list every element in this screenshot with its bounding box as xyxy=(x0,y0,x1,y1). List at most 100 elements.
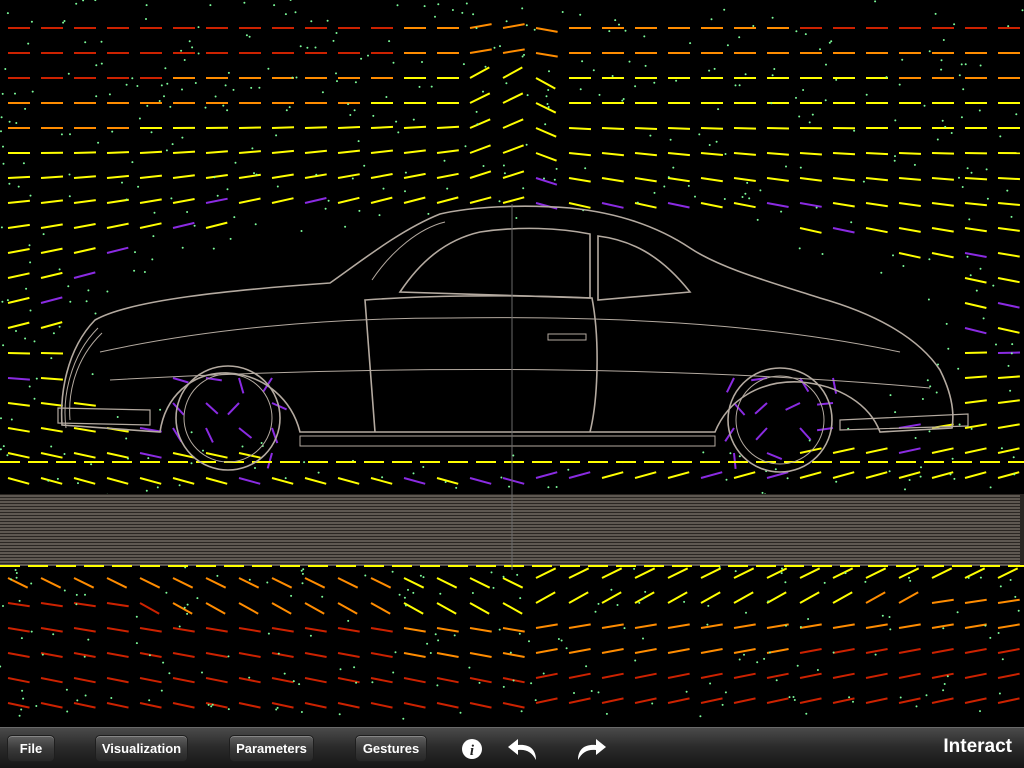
tracer-particle xyxy=(84,41,87,44)
tracer-particle xyxy=(336,80,338,83)
tracer-particle xyxy=(30,20,33,23)
tracer-particle xyxy=(288,106,291,109)
tracer-particle xyxy=(522,187,525,190)
tracer-particle xyxy=(121,181,123,184)
tracer-particle xyxy=(899,696,902,699)
tracer-particle xyxy=(146,104,149,107)
tracer-particle xyxy=(708,144,711,146)
tracer-particle xyxy=(715,140,718,143)
tracer-particle xyxy=(921,398,924,400)
tracer-particle xyxy=(850,221,853,224)
tracer-particle xyxy=(525,24,528,27)
tracer-particle xyxy=(301,572,304,575)
tracer-particle xyxy=(675,79,678,82)
tracer-particle xyxy=(734,84,737,87)
tracer-particle xyxy=(519,597,522,600)
tracer-particle xyxy=(202,449,204,452)
info-icon[interactable]: i xyxy=(458,736,486,762)
tracer-particle xyxy=(87,289,90,292)
redo-arrow-icon[interactable] xyxy=(574,736,608,762)
flow-vector xyxy=(436,125,460,129)
tracer-particle xyxy=(97,141,100,144)
tracer-particle xyxy=(752,25,755,27)
tracer-particle xyxy=(950,132,953,134)
tracer-particle xyxy=(579,88,582,91)
tracer-particle xyxy=(56,477,59,480)
tracer-particle xyxy=(628,60,631,63)
tracer-particle xyxy=(169,105,172,108)
tracer-particle xyxy=(31,90,34,93)
tracer-particle xyxy=(17,185,20,188)
tracer-particle xyxy=(28,244,31,247)
tracer-particle xyxy=(738,658,741,661)
visualization-button[interactable]: Visualization xyxy=(95,735,188,762)
tracer-particle xyxy=(267,67,270,70)
tracer-particle xyxy=(284,13,287,16)
tracer-particle xyxy=(928,258,931,261)
tracer-particle xyxy=(87,638,90,641)
tracer-particle xyxy=(171,143,174,146)
tracer-particle xyxy=(84,694,87,697)
tracer-particle xyxy=(614,19,617,22)
tracer-particle xyxy=(20,637,23,640)
tracer-particle xyxy=(940,68,943,71)
tracer-particle xyxy=(24,107,27,110)
tracer-particle xyxy=(724,691,727,694)
tracer-particle xyxy=(503,172,506,175)
flow-vector xyxy=(106,151,130,154)
tracer-particle xyxy=(125,198,128,201)
undo-arrow-icon[interactable] xyxy=(506,736,540,762)
tracer-particle xyxy=(35,377,38,380)
tracer-particle xyxy=(461,11,464,14)
flow-vector xyxy=(667,127,691,130)
file-button[interactable]: File xyxy=(7,735,55,762)
tracer-particle xyxy=(689,42,692,45)
tracer-particle xyxy=(15,572,18,574)
tracer-particle xyxy=(145,489,148,492)
flow-visualization-canvas[interactable] xyxy=(0,0,1024,727)
tracer-particle xyxy=(956,611,959,614)
tracer-particle xyxy=(2,605,4,607)
tracer-particle xyxy=(147,457,150,460)
tracer-particle xyxy=(327,199,330,202)
tracer-particle xyxy=(557,638,560,640)
tracer-particle xyxy=(904,488,906,491)
tracer-particle xyxy=(299,45,302,48)
tracer-particle xyxy=(944,125,947,128)
interaction-mode-label[interactable]: Interact xyxy=(943,736,1012,758)
tracer-particle xyxy=(159,408,162,411)
tracer-particle xyxy=(935,391,938,394)
tracer-particle xyxy=(579,13,582,16)
tracer-particle xyxy=(743,653,745,656)
tracer-particle xyxy=(616,604,619,606)
tracer-particle xyxy=(160,689,163,692)
tracer-particle xyxy=(226,109,229,112)
tracer-particle xyxy=(759,189,762,192)
tracer-particle xyxy=(314,46,317,49)
tracer-particle xyxy=(291,76,294,79)
flow-vector xyxy=(964,351,988,354)
tracer-particle xyxy=(248,676,251,679)
tracer-particle xyxy=(6,454,9,457)
tracer-particle xyxy=(713,67,716,70)
gestures-button[interactable]: Gestures xyxy=(355,735,427,762)
tracer-particle xyxy=(608,30,611,33)
tracer-particle xyxy=(382,187,385,190)
tracer-particle xyxy=(138,117,141,120)
tracer-particle xyxy=(6,12,9,15)
tracer-particle xyxy=(502,164,505,167)
tracer-particle xyxy=(273,4,276,7)
tracer-particle xyxy=(808,121,811,124)
tracer-particle xyxy=(528,640,530,643)
tracer-particle xyxy=(892,254,894,257)
tracer-particle xyxy=(796,664,799,667)
tracer-particle xyxy=(116,416,119,418)
tracer-particle xyxy=(888,470,891,473)
tracer-particle xyxy=(201,671,203,674)
tracer-particle xyxy=(22,697,25,700)
parameters-button[interactable]: Parameters xyxy=(229,735,314,762)
tracer-particle xyxy=(216,194,219,197)
tracer-particle xyxy=(547,486,550,489)
tracer-particle xyxy=(232,88,235,91)
tracer-particle xyxy=(191,46,194,49)
